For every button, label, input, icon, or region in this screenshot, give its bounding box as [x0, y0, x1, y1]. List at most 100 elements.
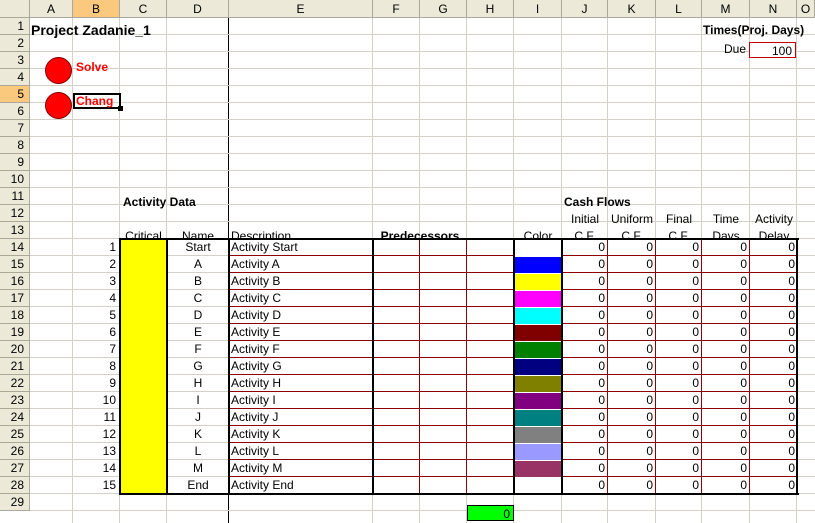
cashflow-value-final[interactable]: 0	[656, 290, 702, 307]
cashflow-value-delay[interactable]: 0	[750, 460, 798, 477]
activity-number[interactable]: 2	[73, 256, 119, 273]
column-header-a[interactable]: A	[30, 0, 73, 18]
activity-number[interactable]: 11	[73, 409, 119, 426]
cashflow-value-time[interactable]: 0	[702, 273, 750, 290]
cashflow-value-delay[interactable]: 0	[750, 290, 798, 307]
column-header-o[interactable]: O	[797, 0, 815, 18]
cashflow-value-delay[interactable]: 0	[750, 358, 798, 375]
row-header-15[interactable]: 15	[0, 256, 30, 273]
solve-button[interactable]: Solve	[76, 60, 108, 74]
row-header-23[interactable]: 23	[0, 392, 30, 409]
cashflow-value-uniform[interactable]: 0	[608, 239, 656, 256]
cashflow-value-uniform[interactable]: 0	[608, 460, 656, 477]
cashflow-value-time[interactable]: 0	[702, 256, 750, 273]
cashflow-value-uniform[interactable]: 0	[608, 341, 656, 358]
cashflow-value-final[interactable]: 0	[656, 239, 702, 256]
cashflow-value-uniform[interactable]: 0	[608, 426, 656, 443]
cashflow-value-final[interactable]: 0	[656, 375, 702, 392]
row-header-13[interactable]: 13	[0, 222, 30, 239]
cashflow-value-time[interactable]: 0	[702, 477, 750, 494]
select-all-corner[interactable]	[0, 0, 30, 18]
activity-number[interactable]: 14	[73, 460, 119, 477]
cashflow-value-uniform[interactable]: 0	[608, 307, 656, 324]
cashflow-value-final[interactable]: 0	[656, 409, 702, 426]
activity-description[interactable]: Activity C	[229, 290, 373, 307]
cashflow-value-final[interactable]: 0	[656, 324, 702, 341]
activity-description[interactable]: Activity K	[229, 426, 373, 443]
cashflow-value-initial[interactable]: 0	[562, 392, 608, 409]
cashflow-value-final[interactable]: 0	[656, 392, 702, 409]
cashflow-value-time[interactable]: 0	[702, 290, 750, 307]
activity-description[interactable]: Activity End	[229, 477, 373, 494]
activity-name[interactable]: L	[167, 443, 229, 460]
cashflow-value-final[interactable]: 0	[656, 341, 702, 358]
cashflow-value-initial[interactable]: 0	[562, 477, 608, 494]
row-header-29[interactable]: 29	[0, 494, 30, 511]
row-header-9[interactable]: 9	[0, 154, 30, 171]
cashflow-value-initial[interactable]: 0	[562, 443, 608, 460]
activity-color-swatch[interactable]	[515, 240, 561, 256]
cashflow-value-initial[interactable]: 0	[562, 341, 608, 358]
cashflow-value-initial[interactable]: 0	[562, 273, 608, 290]
row-header-20[interactable]: 20	[0, 341, 30, 358]
cashflow-value-final[interactable]: 0	[656, 460, 702, 477]
row-header-24[interactable]: 24	[0, 409, 30, 426]
activity-description[interactable]: Activity G	[229, 358, 373, 375]
column-header-j[interactable]: J	[562, 0, 608, 18]
change-button[interactable]: Chang	[76, 94, 113, 108]
cashflow-value-initial[interactable]: 0	[562, 256, 608, 273]
cashflow-value-time[interactable]: 0	[702, 341, 750, 358]
cashflow-value-initial[interactable]: 0	[562, 358, 608, 375]
row-header-8[interactable]: 8	[0, 137, 30, 154]
cashflow-value-delay[interactable]: 0	[750, 307, 798, 324]
activity-description[interactable]: Activity L	[229, 443, 373, 460]
activity-color-swatch[interactable]	[515, 342, 561, 358]
activity-description[interactable]: Activity E	[229, 324, 373, 341]
activity-description[interactable]: Activity Start	[229, 239, 373, 256]
cashflow-value-delay[interactable]: 0	[750, 443, 798, 460]
activity-color-swatch[interactable]	[515, 308, 561, 324]
due-value[interactable]: 100	[749, 42, 796, 58]
cashflow-value-initial[interactable]: 0	[562, 307, 608, 324]
column-header-m[interactable]: M	[702, 0, 750, 18]
activity-number[interactable]: 15	[73, 477, 119, 494]
cashflow-value-time[interactable]: 0	[702, 409, 750, 426]
cashflow-value-initial[interactable]: 0	[562, 324, 608, 341]
cashflow-value-time[interactable]: 0	[702, 392, 750, 409]
row-header-2[interactable]: 2	[0, 35, 30, 52]
solve-button-icon[interactable]	[45, 57, 72, 84]
activity-number[interactable]: 9	[73, 375, 119, 392]
cashflow-value-final[interactable]: 0	[656, 273, 702, 290]
activity-name[interactable]: J	[167, 409, 229, 426]
activity-description[interactable]: Activity D	[229, 307, 373, 324]
activity-number[interactable]: 4	[73, 290, 119, 307]
row-header-17[interactable]: 17	[0, 290, 30, 307]
activity-name[interactable]: H	[167, 375, 229, 392]
row-header-28[interactable]: 28	[0, 477, 30, 494]
row-header-25[interactable]: 25	[0, 426, 30, 443]
activity-number[interactable]: 10	[73, 392, 119, 409]
cashflow-value-time[interactable]: 0	[702, 426, 750, 443]
cashflow-value-uniform[interactable]: 0	[608, 256, 656, 273]
column-header-e[interactable]: E	[229, 0, 373, 18]
activity-name[interactable]: D	[167, 307, 229, 324]
column-header-c[interactable]: C	[120, 0, 167, 18]
cashflow-value-time[interactable]: 0	[702, 460, 750, 477]
cashflow-value-delay[interactable]: 0	[750, 341, 798, 358]
cashflow-value-delay[interactable]: 0	[750, 392, 798, 409]
activity-description[interactable]: Activity J	[229, 409, 373, 426]
activity-color-swatch[interactable]	[515, 274, 561, 290]
cashflow-value-final[interactable]: 0	[656, 307, 702, 324]
row-header-27[interactable]: 27	[0, 460, 30, 477]
activity-name[interactable]: B	[167, 273, 229, 290]
cashflow-value-uniform[interactable]: 0	[608, 409, 656, 426]
cashflow-value-initial[interactable]: 0	[562, 426, 608, 443]
cashflow-value-uniform[interactable]: 0	[608, 392, 656, 409]
cashflow-value-delay[interactable]: 0	[750, 375, 798, 392]
row-header-11[interactable]: 11	[0, 188, 30, 205]
cashflow-value-initial[interactable]: 0	[562, 375, 608, 392]
cashflow-value-delay[interactable]: 0	[750, 239, 798, 256]
activity-name[interactable]: K	[167, 426, 229, 443]
fill-handle[interactable]	[118, 106, 123, 111]
activity-description[interactable]: Activity F	[229, 341, 373, 358]
